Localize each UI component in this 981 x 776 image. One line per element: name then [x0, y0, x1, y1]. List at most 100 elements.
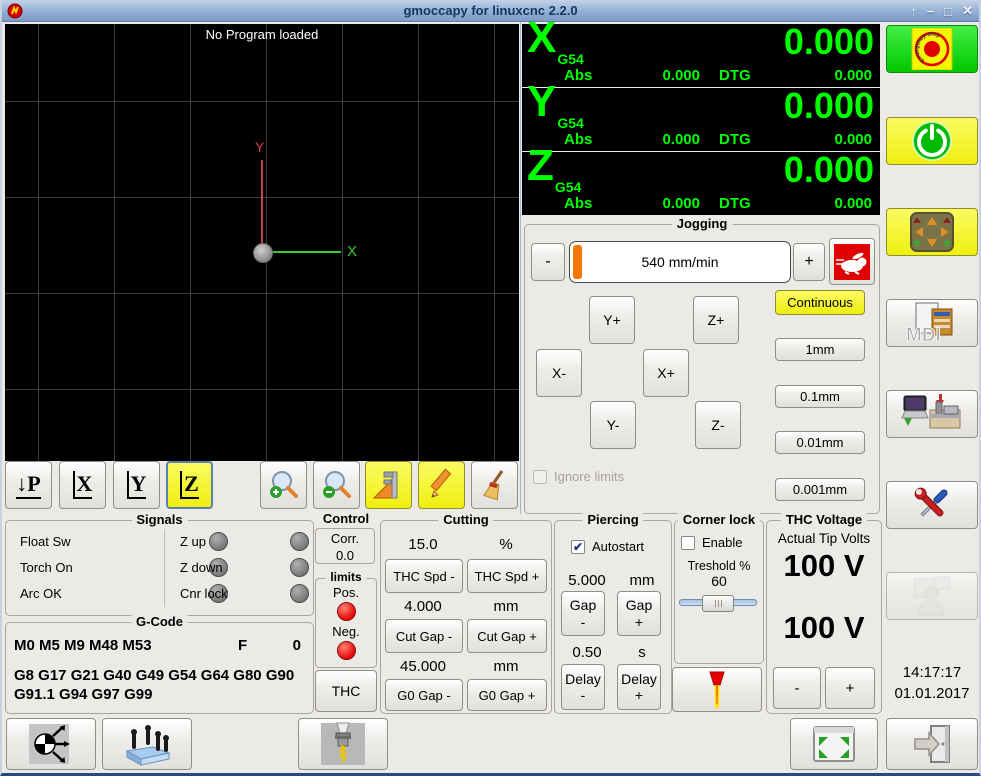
neg-label: Neg.	[332, 624, 360, 639]
zoom-in-button[interactable]	[260, 461, 307, 509]
close-button[interactable]: ✕	[962, 3, 973, 19]
voltage-minus-button[interactable]: -	[773, 667, 821, 709]
zoom-out-button[interactable]	[313, 461, 360, 509]
jog-speed-decrease-button[interactable]: -	[531, 243, 565, 281]
enable-label: Enable	[702, 535, 743, 550]
dro-axis-z[interactable]: ZG54 0.000 Abs 0.000 DTG 0.000	[522, 144, 880, 215]
fullscreen-icon	[813, 726, 855, 762]
x-axis-line	[263, 251, 341, 253]
jog-x-plus-button[interactable]: X+	[643, 349, 689, 397]
signal-label: Z down	[180, 560, 223, 575]
title-bar[interactable]: gmoccapy for linuxcnc 2.2.0 ↑ − □ ✕	[2, 0, 979, 22]
rabbit-icon	[834, 243, 870, 280]
settings-button[interactable]	[886, 481, 978, 529]
pierce-gap-value: 5.000	[568, 572, 606, 589]
checkbox-box[interactable]: ✔	[571, 539, 585, 554]
exit-icon	[914, 725, 950, 763]
dro-axis-x[interactable]: XG54 0.000 Abs 0.000 DTG 0.000	[522, 16, 880, 87]
torch-button[interactable]	[672, 667, 762, 712]
touch-off-button[interactable]	[6, 718, 96, 770]
control-frame: Control Corr. 0.0 limits Pos. Neg. THC	[315, 511, 377, 712]
y-axis-label: Y	[255, 139, 265, 155]
tool-change-button[interactable]	[298, 718, 388, 770]
minimize-button[interactable]: −	[927, 4, 935, 19]
jog-speed-slider[interactable]: 540 mm/min	[569, 241, 791, 283]
g0-gap-plus-button[interactable]: G0 Gap +	[467, 679, 547, 711]
thc-speed-minus-button[interactable]: THC Spd -	[385, 559, 463, 593]
view-x-button[interactable]: X	[59, 461, 106, 509]
pierce-gap-minus-button[interactable]: Gap -	[561, 591, 605, 636]
jog-z-plus-button[interactable]: Z+	[693, 296, 739, 344]
jog-y-plus-button[interactable]: Y+	[589, 296, 635, 344]
jog-y-minus-button[interactable]: Y-	[590, 401, 636, 449]
view-z-icon: Z	[180, 471, 199, 499]
pierce-delay-minus-button[interactable]: Delay -	[561, 664, 605, 710]
pos-limit-led	[336, 602, 356, 621]
thc-speed-value: 15.0	[408, 536, 438, 553]
touch-plate-button[interactable]	[102, 718, 192, 770]
pierce-gap-plus-button[interactable]: Gap +	[617, 591, 661, 636]
maximize-button[interactable]: □	[944, 4, 952, 19]
g0-gap-minus-button[interactable]: G0 Gap -	[385, 679, 463, 711]
active-mcodes: M0 M5 M9 M48 M53	[14, 637, 152, 654]
clear-plot-button[interactable]	[471, 461, 518, 509]
autostart-checkbox[interactable]: ✔ Autostart	[571, 539, 644, 554]
estop-button[interactable]: Emergency-Stop	[886, 25, 978, 73]
jog-z-minus-button[interactable]: Z-	[695, 401, 741, 449]
exit-button[interactable]	[886, 718, 978, 770]
thc-voltage-frame: THC Voltage Actual Tip Volts 100 V 100 V…	[766, 512, 882, 714]
jog-speed-value: 540 mm/min	[641, 254, 719, 270]
slider-handle[interactable]	[702, 595, 734, 612]
turbo-jog-button[interactable]	[829, 238, 875, 285]
increment-continuous-button[interactable]: Continuous	[775, 290, 865, 315]
fullscreen-button[interactable]	[790, 718, 878, 770]
increment-001mm-button[interactable]: 0.01mm	[775, 431, 865, 454]
checkbox-box[interactable]	[681, 535, 695, 550]
cut-gap-unit: mm	[493, 598, 519, 615]
tool-change-icon	[321, 722, 365, 765]
corner-lock-title: Corner lock	[677, 512, 761, 527]
cut-gap-value: 4.000	[404, 598, 442, 615]
view-y-button[interactable]: Y	[113, 461, 160, 509]
signal-label: Z up	[180, 534, 207, 549]
cut-gap-plus-button[interactable]: Cut Gap +	[467, 619, 547, 653]
jog-pad-icon	[910, 212, 954, 252]
shade-button[interactable]: ↑	[910, 4, 917, 19]
z-up-led	[290, 532, 309, 551]
mdi-mode-button[interactable]: MDI	[886, 299, 978, 347]
toggle-dimensions-button[interactable]	[365, 461, 412, 509]
gremlin-preview[interactable]: No Program loaded Y X	[5, 24, 519, 461]
checkbox-box[interactable]	[533, 469, 547, 484]
power-icon	[912, 121, 952, 161]
program-status-text: No Program loaded	[205, 27, 319, 42]
enable-checkbox[interactable]: Enable	[681, 535, 742, 550]
zoom-out-icon	[322, 471, 351, 498]
thc-button[interactable]: THC	[315, 670, 377, 712]
tip-volts-value: 100 V	[783, 548, 865, 583]
increment-1mm-button[interactable]: 1mm	[775, 338, 865, 361]
voltage-plus-button[interactable]: +	[825, 667, 875, 709]
increment-0001mm-button[interactable]: 0.001mm	[775, 478, 865, 501]
axis-value: 0.000	[783, 21, 874, 62]
jog-x-minus-button[interactable]: X-	[536, 349, 582, 397]
pane-separator[interactable]	[520, 22, 521, 514]
signals-divider	[164, 529, 165, 607]
view-p-button[interactable]: ↓P	[5, 461, 52, 509]
toggle-dtg-button[interactable]	[418, 461, 465, 509]
cut-gap-minus-button[interactable]: Cut Gap -	[385, 619, 463, 653]
jog-speed-increase-button[interactable]: +	[793, 243, 825, 281]
increment-01mm-button[interactable]: 0.1mm	[775, 385, 865, 408]
axis-letter: Y	[527, 77, 557, 126]
machine-on-button[interactable]	[886, 117, 978, 165]
auto-mode-button[interactable]	[886, 390, 978, 438]
threshold-slider[interactable]	[679, 595, 757, 612]
manual-mode-button[interactable]	[886, 208, 978, 256]
thc-speed-plus-button[interactable]: THC Spd +	[467, 559, 547, 593]
dro-axis-y[interactable]: YG54 0.000 Abs 0.000 DTG 0.000	[522, 80, 880, 151]
pierce-delay-plus-button[interactable]: Delay +	[617, 664, 661, 710]
view-z-button[interactable]: Z	[166, 461, 213, 509]
ignore-limits-checkbox[interactable]: Ignore limits	[533, 469, 624, 484]
gcode-title: G-Code	[131, 614, 188, 629]
emergency-stop-icon: Emergency-Stop	[911, 28, 953, 70]
app-icon	[7, 3, 23, 18]
